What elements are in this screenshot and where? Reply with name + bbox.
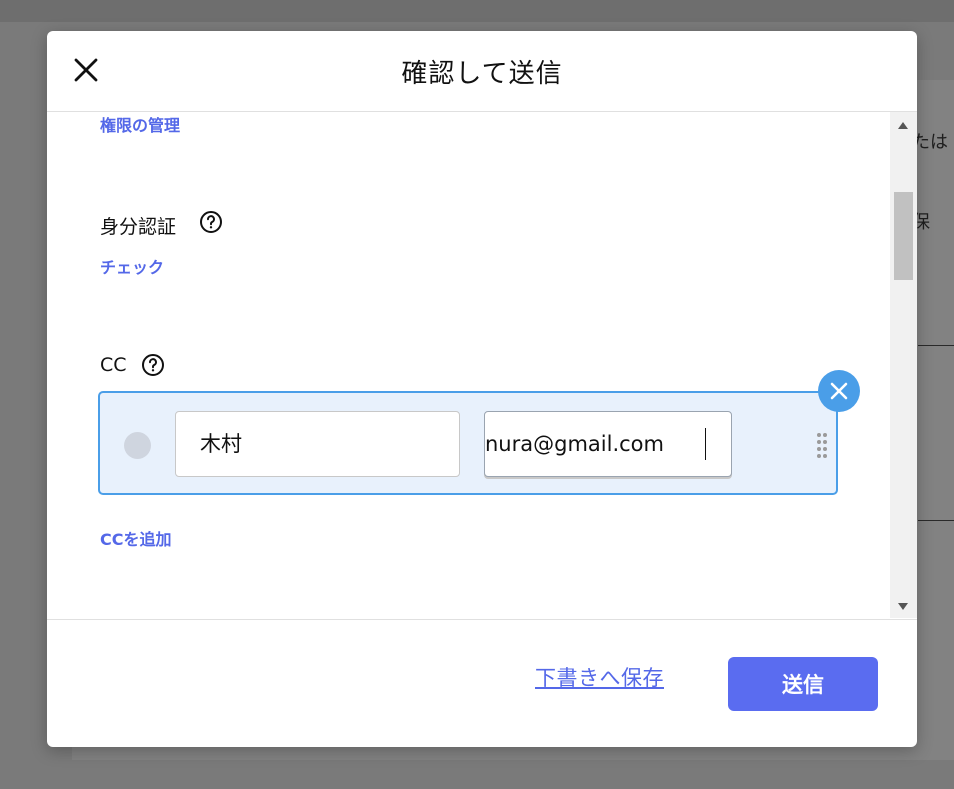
identity-verification-label: 身分認証 — [100, 216, 177, 238]
dialog-footer: 下書きへ保存 送信 — [47, 619, 917, 747]
cc-email-input[interactable]: nura@gmail.com — [484, 411, 732, 477]
help-circle-icon[interactable] — [141, 353, 165, 377]
dialog-title: 確認して送信 — [401, 59, 563, 89]
cc-email-value: nura@gmail.com — [485, 432, 664, 456]
dialog-header: 確認して送信 — [47, 31, 917, 112]
send-button[interactable]: 送信 — [728, 657, 878, 711]
recipient-color-dot — [124, 432, 151, 459]
help-circle-icon[interactable] — [199, 210, 223, 234]
background-underline-2 — [918, 520, 954, 521]
confirm-send-dialog: 確認して送信 権限の管理 身分認証 チェック CC 木村 nura@gmail.… — [47, 31, 917, 747]
drag-handle-icon[interactable] — [816, 432, 828, 460]
dialog-scrollbar[interactable] — [890, 112, 917, 618]
scroll-down-arrow-icon[interactable] — [898, 603, 908, 610]
background-topbar — [0, 0, 954, 22]
dialog-body: 権限の管理 身分認証 チェック CC 木村 nura@gmail.com CCを… — [47, 112, 917, 618]
cc-name-input[interactable]: 木村 — [175, 411, 460, 477]
add-cc-link[interactable]: CCを追加 — [100, 526, 172, 550]
scroll-up-arrow-icon[interactable] — [898, 122, 908, 129]
remove-cc-button[interactable] — [818, 370, 860, 412]
background-underline-1 — [918, 345, 954, 346]
manage-permissions-link[interactable]: 権限の管理 — [100, 112, 180, 136]
cc-label: CC — [100, 354, 127, 376]
text-caret — [704, 428, 706, 460]
cc-recipient-row: 木村 nura@gmail.com — [98, 391, 838, 495]
close-icon — [830, 382, 848, 400]
save-draft-link[interactable]: 下書きへ保存 — [535, 662, 664, 692]
scrollbar-thumb[interactable] — [894, 192, 913, 280]
identity-check-link[interactable]: チェック — [100, 254, 164, 278]
